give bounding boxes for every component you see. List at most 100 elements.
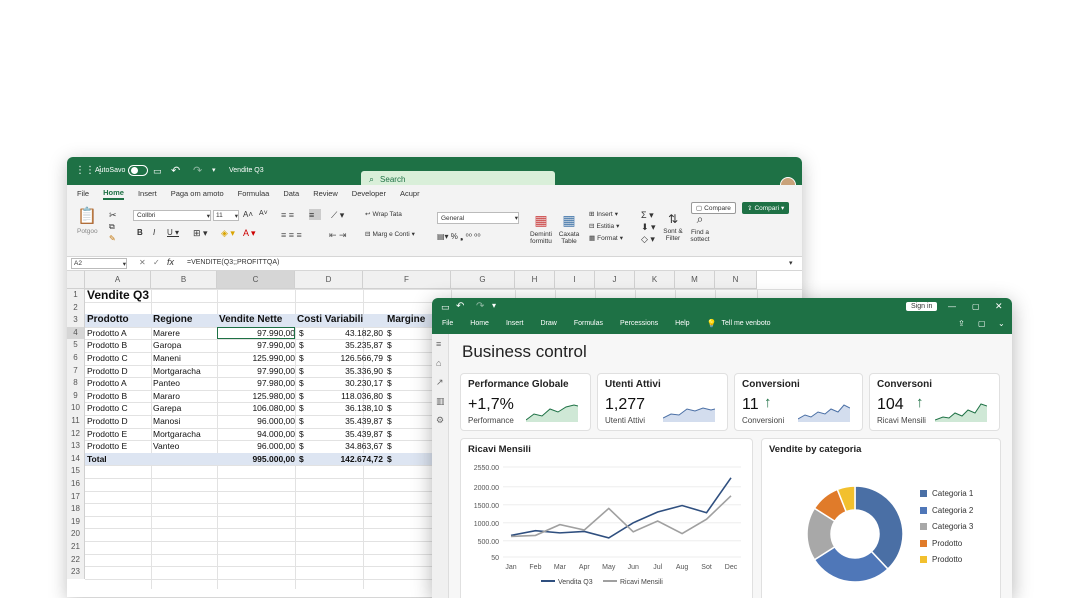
cell[interactable]: 96.000,00 xyxy=(219,440,295,453)
cell[interactable]: Maneni xyxy=(153,352,215,365)
tab-help[interactable]: Help xyxy=(675,320,689,327)
cell[interactable]: 995.000,00 xyxy=(219,453,295,466)
chart-icon[interactable]: ▥ xyxy=(436,396,445,407)
cell[interactable]: Garopa xyxy=(153,339,215,352)
format-cells-button[interactable]: ▦ Format ▾ xyxy=(589,234,623,243)
cell[interactable]: Prodotto C xyxy=(87,402,149,415)
cell[interactable]: 97.990,00 xyxy=(219,339,295,352)
row-header[interactable]: 2 xyxy=(67,301,85,315)
row-header[interactable]: 17 xyxy=(67,490,85,504)
cell[interactable]: 35.336,90 xyxy=(319,365,383,378)
cell[interactable]: $ xyxy=(299,390,315,403)
trend-icon[interactable]: ↗ xyxy=(436,377,444,388)
number-format-select[interactable]: General ▾ xyxy=(437,212,519,224)
font-name-select[interactable]: Collbri ▾ xyxy=(133,210,211,221)
sign-in-button[interactable]: Sign in xyxy=(906,302,938,311)
indent-icon[interactable]: ⇤ ⇥ xyxy=(329,230,347,241)
autosum-icon[interactable]: Σ ▾ xyxy=(641,210,654,221)
tab-data[interactable]: Data xyxy=(283,189,299,198)
cell[interactable]: Prodotto E xyxy=(87,440,149,453)
underline-icon[interactable]: U ▾ xyxy=(167,228,179,237)
row-header[interactable]: 22 xyxy=(67,553,85,567)
wrap-text-button[interactable]: ↩ Wrap Tata xyxy=(365,210,402,219)
row-header[interactable]: 20 xyxy=(67,528,85,541)
row-header[interactable]: 14 xyxy=(67,452,85,466)
cell[interactable]: $ xyxy=(387,440,395,453)
redo-icon[interactable]: ↷ xyxy=(193,164,202,177)
formula-input[interactable]: =VENDITE(Q3;;PROFITTQA) xyxy=(187,259,279,266)
fill-color-icon[interactable]: ◈ ▾ xyxy=(221,228,235,239)
row-header[interactable]: 4 xyxy=(67,326,85,340)
cell[interactable]: Marere xyxy=(153,327,215,340)
cell[interactable]: $ xyxy=(387,390,395,403)
cell[interactable]: Prodotto A xyxy=(87,327,149,340)
grow-font-icon[interactable]: A˄ xyxy=(243,210,253,219)
cell[interactable]: $ xyxy=(299,377,315,390)
cell[interactable]: 34.863,67 xyxy=(319,440,383,453)
expand-formula-icon[interactable]: ▾ xyxy=(789,259,793,267)
paste-button[interactable]: 📋 Potgoo xyxy=(77,206,98,235)
row-header[interactable]: 23 xyxy=(67,566,85,579)
delete-cells-button[interactable]: ⊟ Estitia ▾ xyxy=(589,222,619,231)
column-header-J[interactable]: J xyxy=(595,271,635,289)
row-header[interactable]: 3 xyxy=(67,314,85,327)
cell[interactable]: Vanteo xyxy=(153,440,215,453)
save-icon[interactable]: ▭ xyxy=(441,302,450,313)
cell[interactable]: $ xyxy=(299,352,315,365)
format-table-button[interactable]: ▦ Caxata Table xyxy=(555,212,583,245)
cell[interactable]: 125.980,00 xyxy=(219,390,295,403)
cancel-icon[interactable]: ✕ xyxy=(139,258,146,267)
tell-me-input[interactable]: Tell me venboto xyxy=(722,320,771,327)
cell[interactable]: 36.138,10 xyxy=(319,402,383,415)
more-icon[interactable]: ▾ xyxy=(212,166,216,174)
borders-icon[interactable]: ⊞ ▾ xyxy=(193,228,208,239)
row-header[interactable]: 15 xyxy=(67,465,85,478)
tab-file[interactable]: File xyxy=(77,189,89,198)
cell[interactable]: Manosi xyxy=(153,415,215,428)
cell[interactable]: $ xyxy=(387,377,395,390)
cell[interactable]: 94.000,00 xyxy=(219,428,295,441)
cell[interactable]: $ xyxy=(299,402,315,415)
merge-button[interactable]: ⊟ Marg e Conti ▾ xyxy=(365,230,415,239)
cell[interactable]: Prodotto B xyxy=(87,390,149,403)
tab-percessions[interactable]: Percessions xyxy=(620,320,658,327)
cell[interactable]: 35.439,87 xyxy=(319,428,383,441)
cell[interactable]: $ xyxy=(387,339,395,352)
cell[interactable]: 142.674,72 xyxy=(319,453,383,466)
sort-filter-button[interactable]: ⇅ Sont & Filter xyxy=(661,212,685,242)
cell[interactable]: Regione xyxy=(153,314,215,327)
settings-icon[interactable]: ⚙ xyxy=(436,415,444,426)
format-painter-icon[interactable]: ✎ xyxy=(109,234,116,243)
tab-insert[interactable]: Insert xyxy=(138,189,157,198)
menu-icon[interactable]: ≡ xyxy=(436,339,441,349)
undo-icon[interactable]: ↶ xyxy=(456,301,464,312)
function-icon[interactable]: fx xyxy=(167,257,174,267)
cell[interactable]: $ xyxy=(299,415,315,428)
column-header-A[interactable]: A xyxy=(85,271,151,289)
row-header[interactable]: 13 xyxy=(67,440,85,453)
shrink-font-icon[interactable]: A˅ xyxy=(259,210,268,217)
comments-icon[interactable]: ▢ xyxy=(978,319,986,328)
cell[interactable]: Prodotto C xyxy=(87,352,149,365)
font-color-icon[interactable]: A ▾ xyxy=(243,228,256,239)
cell[interactable]: Mortgaracha xyxy=(153,365,215,378)
cell[interactable]: $ xyxy=(299,327,315,340)
share-button[interactable]: ⇪ Compari ▾ xyxy=(742,202,790,214)
column-header-G[interactable]: G xyxy=(451,271,515,289)
row-header[interactable]: 10 xyxy=(67,402,85,415)
cell[interactable]: Prodotto B xyxy=(87,339,149,352)
column-header-H[interactable]: H xyxy=(515,271,555,289)
row-header[interactable]: 18 xyxy=(67,503,85,516)
tab-formulas[interactable]: Formulaa xyxy=(238,189,270,198)
align-left-icon[interactable]: ≡ ≡ ≡ xyxy=(281,230,302,240)
column-header-M[interactable]: M xyxy=(675,271,715,289)
cell[interactable]: $ xyxy=(299,453,315,466)
column-header-B[interactable]: B xyxy=(151,271,217,289)
share-icon[interactable]: ⇪ xyxy=(958,319,965,328)
undo-icon[interactable]: ↶ xyxy=(171,164,180,177)
italic-icon[interactable]: I xyxy=(153,228,155,237)
cell[interactable]: Prodotto xyxy=(87,314,149,327)
cell[interactable]: Garepa xyxy=(153,402,215,415)
fill-icon[interactable]: ⬇ ▾ xyxy=(641,222,656,233)
row-header[interactable]: 7 xyxy=(67,364,85,378)
